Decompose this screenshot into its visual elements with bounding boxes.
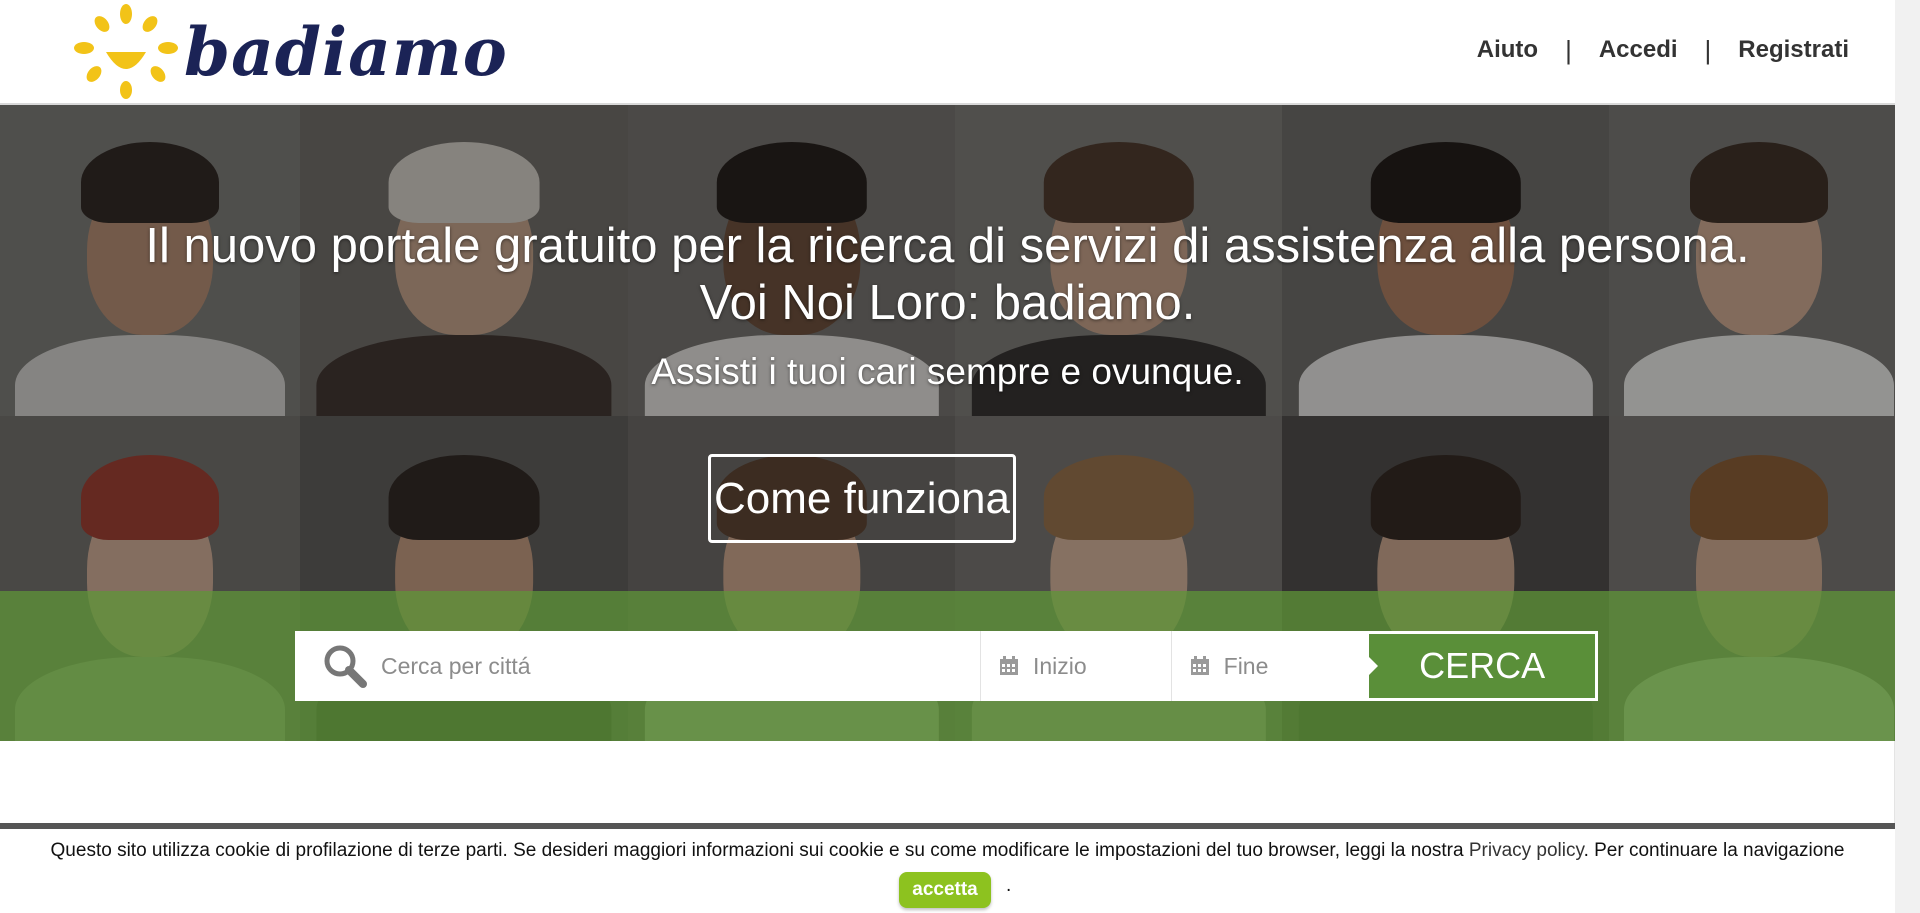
cookie-message: Questo sito utilizza cookie di profilazi… [0,840,1895,862]
privacy-policy-link[interactable]: Privacy policy [1469,840,1584,861]
how-it-works-button[interactable]: Come funziona [708,454,1016,543]
cookie-text-after: . Per continuare la navigazione [1583,840,1845,861]
search-bar: CERCA [295,631,1598,701]
cookie-banner: Questo sito utilizza cookie di profilazi… [0,823,1895,913]
nav-register-link[interactable]: Registrati [1738,36,1849,64]
nav-separator: | [1565,34,1572,65]
hero-title: Il nuovo portale gratuito per la ricerca… [145,219,1750,273]
nav-login-link[interactable]: Accedi [1599,36,1678,64]
arrow-right-icon [1369,657,1379,675]
hero-tagline: Voi Noi Loro: badiamo. [699,276,1196,330]
calendar-icon [999,656,1018,675]
page-scrollbar[interactable] [1894,0,1920,913]
end-date-field [1172,631,1367,701]
calendar-icon [1190,656,1209,675]
accept-cookies-button[interactable]: accetta [899,872,991,908]
hero-section: Il nuovo portale gratuito per la ricerca… [0,105,1895,741]
search-icon [324,645,367,688]
sun-logo-icon [74,4,178,99]
search-submit-button[interactable]: CERCA [1366,631,1598,701]
hero-subtitle: Assisti i tuoi cari sempre e ovunque. [651,351,1244,392]
site-header: badiamo Aiuto | Accedi | Registrati [0,0,1895,105]
cookie-text-before: Questo sito utilizza cookie di profilazi… [50,840,1469,861]
nav-help-link[interactable]: Aiuto [1477,36,1538,64]
top-nav: Aiuto | Accedi | Registrati [1477,0,1849,100]
cookie-trailing-period: . [1006,875,1012,896]
start-date-field [981,631,1172,701]
nav-separator: | [1704,34,1712,65]
start-date-input[interactable] [1030,651,1165,681]
search-submit-label: CERCA [1419,645,1546,686]
logo[interactable]: badiamo [72,4,508,100]
logo-wordmark: badiamo [184,13,508,91]
city-search-input[interactable] [379,651,943,681]
end-date-input[interactable] [1221,651,1356,681]
city-search-field [295,631,981,701]
